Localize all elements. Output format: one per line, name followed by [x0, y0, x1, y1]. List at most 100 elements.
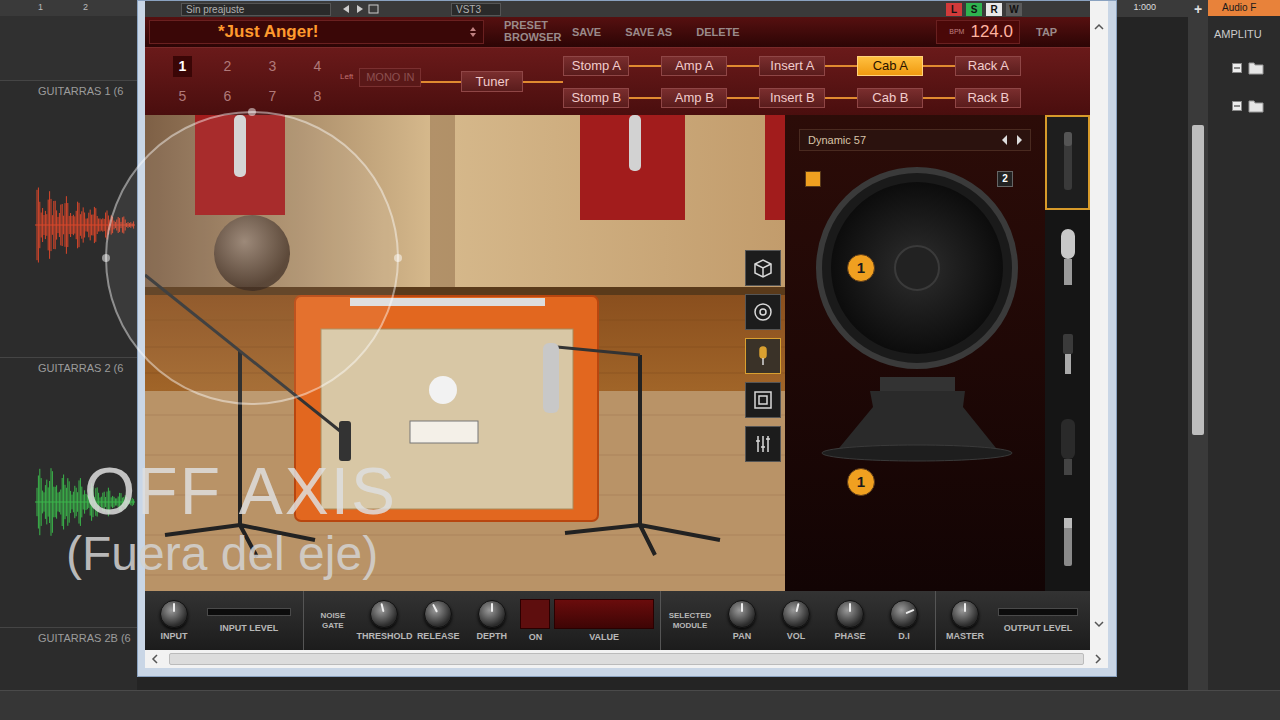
scroll-up-icon[interactable] [1094, 23, 1104, 31]
preset-slot[interactable]: 8 [295, 82, 340, 112]
cone-badge[interactable]: 1 [847, 468, 875, 496]
preset-slot[interactable]: 7 [250, 82, 295, 112]
scroll-down-icon[interactable] [1094, 620, 1104, 628]
tap-button[interactable]: TAP [1036, 24, 1086, 41]
next-icon[interactable] [1012, 133, 1026, 147]
knob[interactable] [951, 600, 979, 628]
tuner-button[interactable]: Tuner [461, 71, 523, 93]
knob-pointer-mark [173, 603, 175, 612]
chain-connector [629, 97, 661, 99]
knob[interactable] [728, 600, 756, 628]
mic-icon [751, 344, 775, 368]
host-button[interactable]: S [966, 3, 982, 16]
preset-name: *Just Anger! [218, 19, 469, 45]
mic-selector[interactable]: Dynamic 57 [799, 129, 1031, 151]
preset-slot[interactable]: 2 [205, 52, 250, 82]
dropdown-icon[interactable] [469, 25, 477, 39]
knob-label: THRESHOLD [356, 632, 412, 641]
knob-control: RELEASE [413, 600, 463, 641]
scroll-thumb[interactable] [169, 653, 1084, 665]
on-button[interactable] [520, 599, 550, 629]
panel-title: AMPLITU [1208, 26, 1280, 43]
folder-icon [1248, 61, 1264, 75]
chain-module-button[interactable]: Amp B [661, 88, 727, 108]
chain-module-button[interactable]: Amp A [661, 56, 727, 76]
preset-button[interactable]: PRESET BROWSER [500, 20, 552, 43]
chain-module-button[interactable]: Insert B [759, 88, 825, 108]
track-lane[interactable]: GUITARRAS 2B (6 [0, 627, 137, 690]
host-button[interactable]: L [946, 3, 962, 16]
control-section: NOISE GATETHRESHOLDRELEASEDEPTHONVALUE [303, 591, 660, 650]
knob[interactable] [424, 600, 452, 628]
mic-item[interactable] [1045, 305, 1090, 400]
panel-tab[interactable]: Audio F [1208, 0, 1280, 16]
arrows-icon[interactable] [341, 4, 381, 14]
scroll-right-icon[interactable] [1094, 654, 1102, 664]
chain-connector [825, 97, 857, 99]
preset-dropdown[interactable]: Sin preajuste [181, 3, 331, 16]
bpm-label: BPM [949, 27, 964, 38]
knob[interactable] [370, 600, 398, 628]
chain-module-button[interactable]: Stomp A [563, 56, 629, 76]
view-tool-button[interactable] [745, 338, 781, 374]
preset-button[interactable]: SAVE AS [621, 24, 676, 41]
tree-node[interactable] [1232, 61, 1280, 75]
knob[interactable] [890, 600, 918, 628]
view-tool-button[interactable] [745, 426, 781, 462]
preset-slot[interactable]: 1 [160, 52, 205, 82]
previous-icon[interactable] [998, 133, 1012, 147]
host-button[interactable]: W [1006, 3, 1022, 16]
preset-slot[interactable]: 4 [295, 52, 340, 82]
add-button[interactable]: + [1194, 0, 1202, 18]
link-toggle[interactable] [805, 171, 821, 187]
view-tool-button[interactable] [745, 250, 781, 286]
preset-button[interactable]: DELETE [692, 24, 743, 41]
knob[interactable] [478, 600, 506, 628]
knob-pointer-mark [795, 603, 799, 612]
collapse-icon[interactable] [1232, 63, 1242, 73]
preset-name-box[interactable]: *Just Anger! [149, 20, 484, 44]
cab-badge[interactable]: 2 [997, 171, 1013, 187]
scroll-thumb[interactable] [1192, 125, 1204, 435]
mic-item[interactable] [1045, 210, 1090, 305]
mic-item[interactable] [1045, 496, 1090, 591]
mono-in-button[interactable]: MONO IN [359, 68, 421, 87]
value-display-control: VALUE [554, 599, 654, 642]
knob[interactable] [836, 600, 864, 628]
slot-number: 5 [173, 86, 193, 107]
host-buttons: LSRW [946, 3, 1022, 16]
chain-module-button[interactable]: Cab A [857, 56, 923, 76]
chain-module-button[interactable]: Stomp B [563, 88, 629, 108]
chain-module-button[interactable]: Rack A [955, 56, 1021, 76]
view-tools [745, 250, 781, 462]
preset-slot[interactable]: 3 [250, 52, 295, 82]
plugin-horizontal-scrollbar[interactable] [145, 650, 1108, 668]
section-caption: NOISE GATE [310, 611, 356, 629]
mic-item[interactable] [1045, 115, 1090, 210]
room-icon [751, 388, 775, 412]
speaker-badge[interactable]: 1 [847, 254, 875, 282]
preset-slot[interactable]: 5 [160, 82, 205, 112]
view-tool-button[interactable] [745, 382, 781, 418]
knob-pointer-mark [491, 603, 493, 612]
host-button[interactable]: R [986, 3, 1002, 16]
chain-connector [421, 81, 461, 83]
collapse-icon[interactable] [1232, 101, 1242, 111]
view-tool-button[interactable] [745, 294, 781, 330]
vertical-scrollbar[interactable]: + [1188, 0, 1208, 690]
knob[interactable] [782, 600, 810, 628]
scroll-left-icon[interactable] [151, 654, 159, 664]
chain-module-button[interactable]: Rack B [955, 88, 1021, 108]
chain-module-button[interactable]: Cab B [857, 88, 923, 108]
knob[interactable] [160, 600, 188, 628]
tree-node[interactable] [1232, 99, 1280, 113]
preset-slot[interactable]: 6 [205, 82, 250, 112]
toggle-control: ON [520, 599, 550, 642]
format-dropdown[interactable]: VST3 [451, 3, 501, 16]
mic-item[interactable] [1045, 401, 1090, 496]
knob-pointer [161, 601, 187, 627]
bpm-box[interactable]: BPM124.0 [936, 20, 1020, 44]
preset-button[interactable]: SAVE [568, 24, 605, 41]
chain-module-button[interactable]: Insert A [759, 56, 825, 76]
plugin-vertical-scrollbar[interactable] [1090, 1, 1108, 650]
